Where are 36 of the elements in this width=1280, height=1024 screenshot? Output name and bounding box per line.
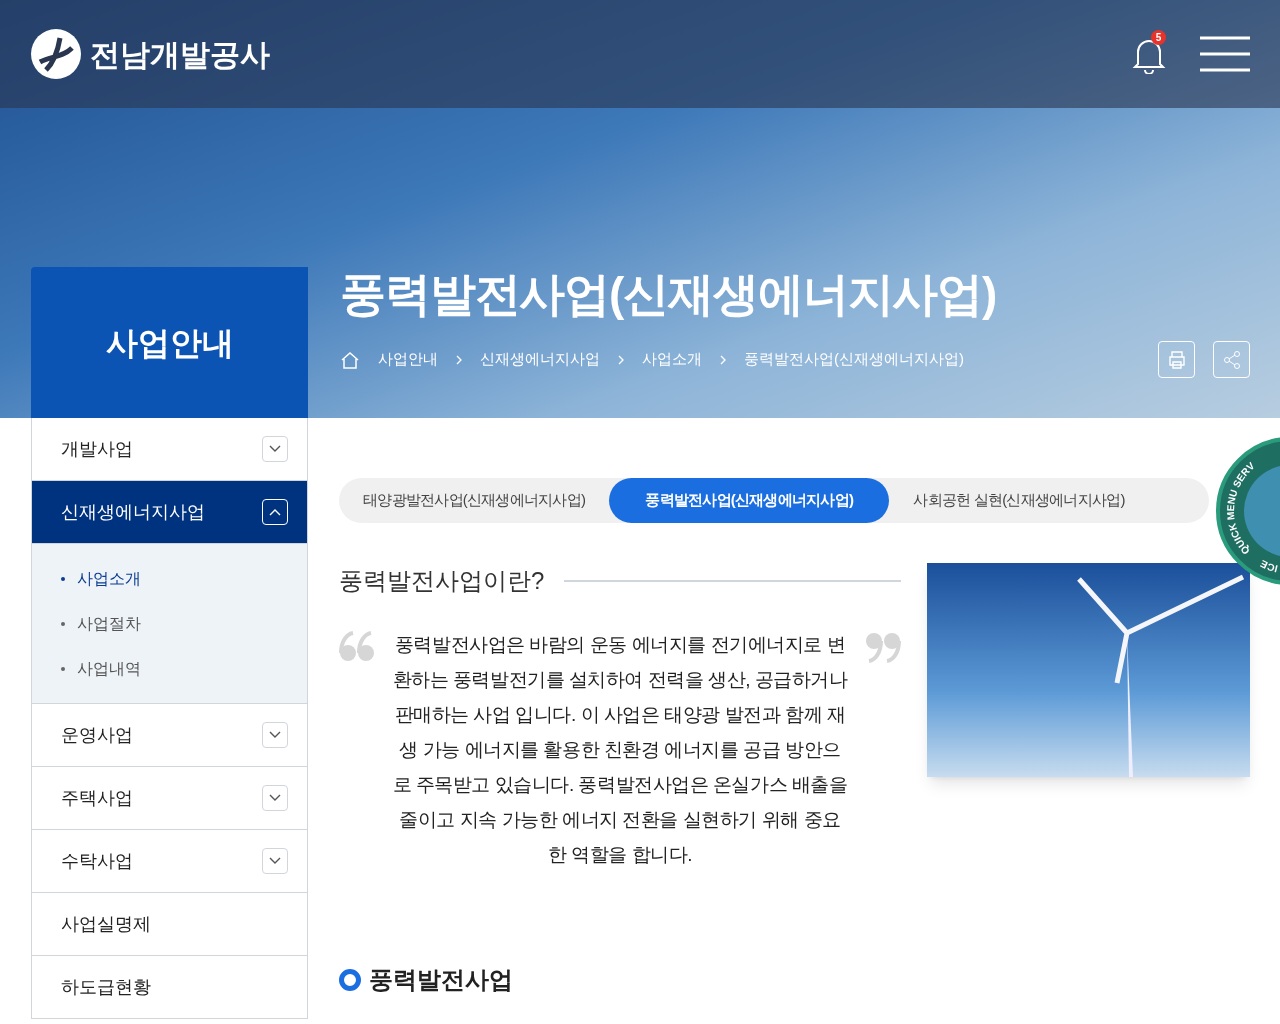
opening-quote-icon: [339, 631, 375, 663]
home-icon[interactable]: [340, 350, 360, 369]
share-icon: [1221, 349, 1242, 370]
expand-button[interactable]: [262, 722, 288, 748]
submenu-item[interactable]: 사업소개: [32, 556, 307, 601]
sidebar-item[interactable]: 신재생에너지사업: [32, 481, 307, 543]
closing-quote-icon: [865, 631, 901, 663]
bullet-ring-icon: [339, 969, 361, 991]
section-title: 사업안내: [105, 323, 234, 363]
menu-icon[interactable]: [1200, 36, 1250, 72]
chevron-up-icon: [269, 508, 281, 516]
tab[interactable]: 사회공헌 실현(신재생에너지사업): [889, 478, 1149, 523]
print-button[interactable]: [1158, 341, 1195, 378]
submenu-item[interactable]: 사업내역: [32, 646, 307, 691]
chevron-right-icon: [618, 354, 624, 365]
chevron-right-icon: [720, 354, 726, 365]
tab[interactable]: 풍력발전사업(신재생에너지사업): [609, 478, 890, 523]
collapse-button[interactable]: [262, 499, 288, 525]
expand-button[interactable]: [262, 785, 288, 811]
tab[interactable]: 태양광발전사업(신재생에너지사업): [339, 478, 610, 523]
chevron-down-icon: [269, 794, 281, 802]
chevron-down-icon: [269, 857, 281, 865]
logo-text[interactable]: 전남개발공사: [90, 31, 270, 77]
intro-paragraph: 풍력발전사업은 바람의 운동 에너지를 전기에너지로 변환하는 풍력발전기를 설치하여 전력을 생산, 공급하거나 판매하는 사업 입니다. 이 사업은 태양광 발전과 함께 재생 가능 에너지를 활용한 친환경 에너지를 공급 방안으로 주목받고 있습니다. 풍력발전사업은 온실가스 배출을 줄이고 지속 가능한 에너지 전환을 실현하기 위해 중요한 역할을 합니다.: [391, 633, 849, 867]
intro-heading: 풍력발전사업이란?: [339, 566, 545, 596]
chevron-right-icon: [456, 354, 462, 365]
expand-button[interactable]: [262, 436, 288, 462]
expand-button[interactable]: [262, 848, 288, 874]
notification-count: 5: [1151, 30, 1166, 45]
section-heading: 풍력발전사업: [369, 965, 513, 995]
chevron-down-icon: [269, 445, 281, 453]
submenu-item[interactable]: 사업절차: [32, 601, 307, 646]
chevron-down-icon: [269, 731, 281, 739]
share-button[interactable]: [1213, 341, 1250, 378]
print-icon: [1166, 349, 1187, 370]
logo-icon: [30, 28, 82, 80]
